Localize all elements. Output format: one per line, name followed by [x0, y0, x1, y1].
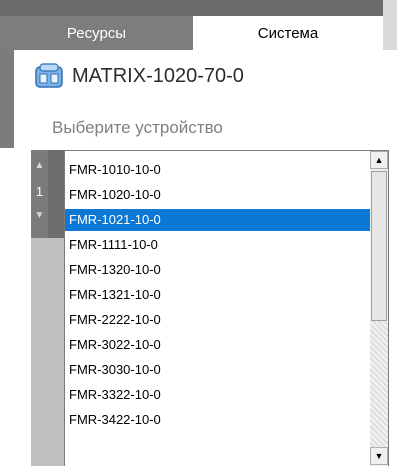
tab-resources[interactable]: Ресурсы	[0, 16, 193, 50]
device-name: MATRIX-1020-70-0	[72, 64, 244, 87]
list-item[interactable]: FMR-3422-10-0	[65, 409, 371, 431]
pager-strip	[48, 150, 64, 238]
list-item[interactable]: FMR-3030-10-0	[65, 359, 371, 381]
list-item[interactable]: FMR-2222-10-0	[65, 309, 371, 331]
list-item[interactable]: FMR-1320-10-0	[65, 259, 371, 281]
server-icon	[34, 61, 64, 91]
left-margin	[0, 50, 14, 148]
list-item[interactable]: FMR-1111-10-0	[65, 234, 371, 256]
tab-resources-label: Ресурсы	[66, 24, 127, 42]
scroll-down-button[interactable]: ▼	[370, 447, 388, 465]
list-item[interactable]: FMR-1010-10-0	[65, 159, 371, 181]
select-device-label: Выберите устройство	[52, 118, 223, 137]
list-item[interactable]: FMR-1020-10-0	[65, 184, 371, 206]
caret-up-icon: ▲	[374, 155, 384, 165]
list-scrollbar[interactable]: ▲ ▼	[370, 151, 388, 466]
page-number: 1	[35, 184, 44, 199]
tab-system-label: Система	[257, 24, 319, 42]
scroll-up-button[interactable]: ▲	[370, 151, 388, 169]
device-header: MATRIX-1020-70-0	[34, 58, 244, 94]
arrow-down-icon[interactable]: ▼	[31, 210, 48, 221]
pager: ▲ 1 ▼	[31, 150, 64, 466]
list-item[interactable]: FMR-3322-10-0	[65, 384, 371, 406]
list-item-selected[interactable]: FMR-1021-10-0	[65, 209, 371, 231]
device-list[interactable]: FMR-1010-10-0 FMR-1020-10-0 FMR-1021-10-…	[64, 150, 389, 466]
arrow-up-icon[interactable]: ▲	[31, 160, 48, 171]
scroll-thumb[interactable]	[371, 171, 387, 321]
scroll-track[interactable]	[370, 321, 388, 447]
tab-bar: Ресурсы Система	[0, 0, 397, 50]
list-item[interactable]: FMR-1321-10-0	[65, 284, 371, 306]
tab-system[interactable]: Система	[193, 16, 383, 50]
list-item[interactable]: FMR-3022-10-0	[65, 334, 371, 356]
caret-down-icon: ▼	[374, 451, 384, 461]
tab-bar-edge	[383, 0, 397, 50]
